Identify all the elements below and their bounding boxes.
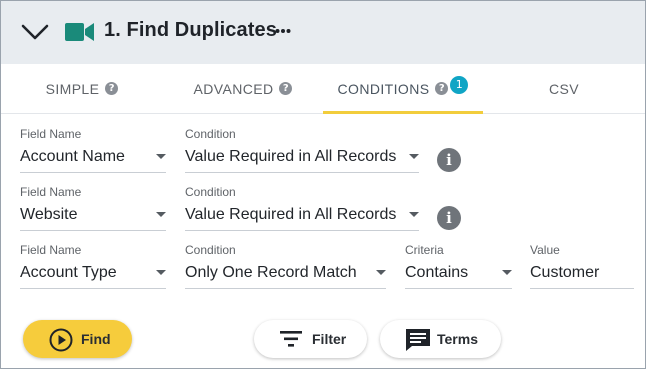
select-value: Only One Record Match <box>185 264 357 281</box>
filter-button[interactable]: Filter <box>254 320 367 358</box>
filter-button-label: Filter <box>312 331 347 347</box>
tab-csv[interactable]: CSV <box>483 64 645 113</box>
tab-simple[interactable]: SIMPLE ? <box>1 64 163 113</box>
condition-select[interactable]: Value Required in All Records <box>185 145 419 173</box>
dropdown-arrow-icon <box>156 212 166 217</box>
help-icon[interactable]: ? <box>435 82 449 95</box>
dropdown-arrow-icon <box>156 270 166 275</box>
tab-label: CONDITIONS <box>337 80 430 97</box>
filter-icon <box>280 331 302 347</box>
panel-header: 1. Find Duplicates <box>1 1 645 64</box>
help-icon[interactable]: ? <box>279 82 293 95</box>
more-horizontal-icon[interactable] <box>275 27 291 35</box>
tab-conditions[interactable]: CONDITIONS ? 1 <box>323 64 483 114</box>
value-label: Value <box>530 243 560 257</box>
find-button-label: Find <box>81 331 111 347</box>
tab-label: CSV <box>549 80 579 97</box>
field-name-label: Field Name <box>20 243 82 257</box>
select-value: Account Type <box>20 264 117 281</box>
tab-advanced[interactable]: ADVANCED ? <box>163 64 323 113</box>
condition-select[interactable]: Value Required in All Records <box>185 203 419 231</box>
value-input[interactable]: Customer <box>530 261 634 289</box>
field-name-label: Field Name <box>20 185 82 199</box>
select-value: Value Required in All Records <box>185 206 397 223</box>
select-value: Contains <box>405 264 469 281</box>
condition-label: Condition <box>185 185 236 199</box>
field-name-label: Field Name <box>20 127 82 141</box>
tab-label: ADVANCED <box>193 80 274 97</box>
help-icon[interactable]: ? <box>105 82 119 95</box>
criteria-select[interactable]: Contains <box>405 261 512 289</box>
find-button[interactable]: Find <box>23 320 132 358</box>
comment-icon <box>406 329 430 351</box>
count-badge: 1 <box>450 75 469 94</box>
terms-button[interactable]: Terms <box>380 320 501 358</box>
tab-bar: SIMPLE ? ADVANCED ? CONDITIONS ? 1 CSV <box>1 64 645 114</box>
condition-label: Condition <box>185 243 236 257</box>
find-duplicates-panel: 1. Find Duplicates SIMPLE ? ADVANCED ? C… <box>0 0 646 369</box>
dropdown-arrow-icon <box>502 270 512 275</box>
info-icon[interactable]: i <box>437 148 461 172</box>
tab-label: SIMPLE <box>45 80 100 97</box>
terms-button-label: Terms <box>437 331 478 347</box>
info-icon[interactable]: i <box>437 206 461 230</box>
page-title: 1. Find Duplicates <box>104 19 277 41</box>
field-name-select[interactable]: Account Name <box>20 145 166 173</box>
dropdown-arrow-icon <box>409 212 419 217</box>
field-name-select[interactable]: Account Type <box>20 261 166 289</box>
dropdown-arrow-icon <box>376 270 386 275</box>
condition-select[interactable]: Only One Record Match <box>185 261 386 289</box>
select-value: Website <box>20 206 78 223</box>
select-value: Account Name <box>20 148 125 165</box>
input-value: Customer <box>530 264 600 281</box>
dropdown-arrow-icon <box>409 154 419 159</box>
condition-label: Condition <box>185 127 236 141</box>
chevron-down-icon[interactable] <box>21 23 49 41</box>
select-value: Value Required in All Records <box>185 148 397 165</box>
dropdown-arrow-icon <box>156 154 166 159</box>
video-camera-icon <box>65 23 94 41</box>
play-circle-icon <box>49 328 73 352</box>
field-name-select[interactable]: Website <box>20 203 166 231</box>
criteria-label: Criteria <box>405 243 444 257</box>
